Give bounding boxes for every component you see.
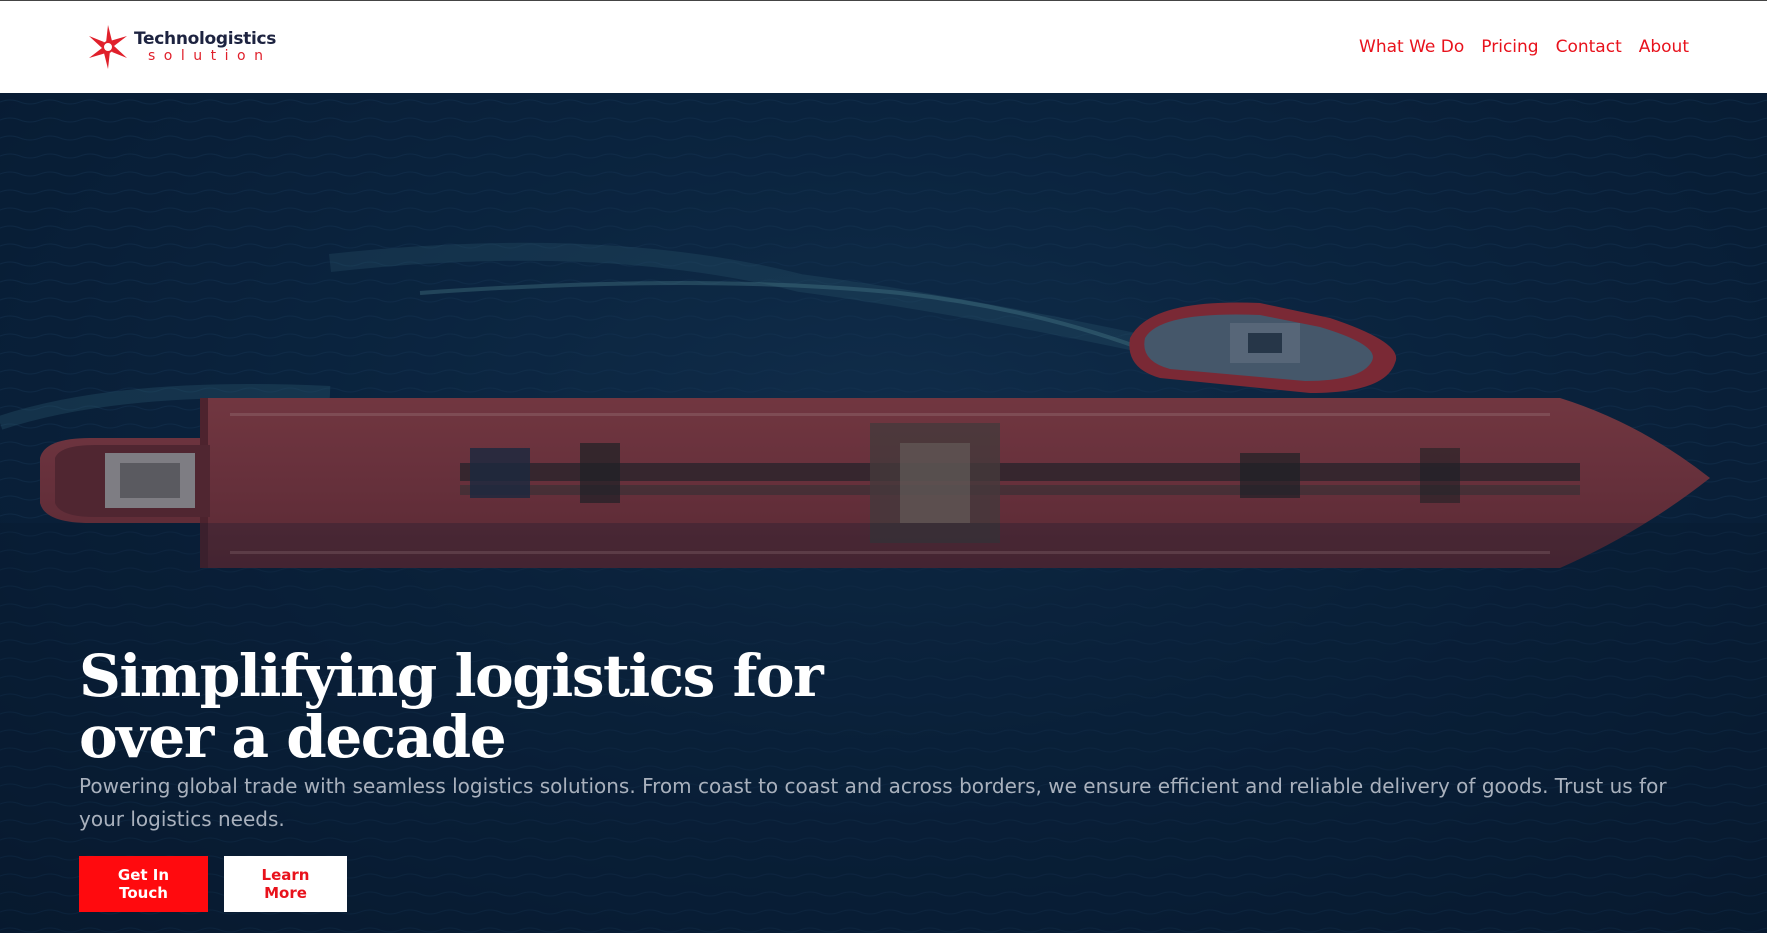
brand-name: Technologistics [134, 29, 277, 49]
brand-tagline: solution [148, 48, 272, 64]
get-in-touch-button[interactable]: Get In Touch [79, 856, 208, 912]
hero-title: Simplifying logistics for over a decade [79, 642, 824, 771]
hero-buttons: Get In Touch Learn More [79, 856, 1719, 912]
main-nav: What We Do Pricing Contact About [1359, 37, 1689, 57]
nav-pricing[interactable]: Pricing [1481, 37, 1538, 57]
site-header: Technologistics solution What We Do Pric… [0, 1, 1767, 93]
spiral-star-logo-icon [89, 25, 127, 69]
brand-logo[interactable]: Technologistics solution [86, 23, 276, 71]
hero-content: Simplifying logistics for over a decade … [79, 646, 1719, 912]
nav-contact[interactable]: Contact [1556, 37, 1622, 57]
hero-subtitle: Powering global trade with seamless logi… [79, 774, 1667, 831]
hero-section: Simplifying logistics for over a decade … [0, 93, 1767, 933]
learn-more-button[interactable]: Learn More [224, 856, 347, 912]
nav-what-we-do[interactable]: What We Do [1359, 37, 1464, 57]
nav-about[interactable]: About [1639, 37, 1689, 57]
